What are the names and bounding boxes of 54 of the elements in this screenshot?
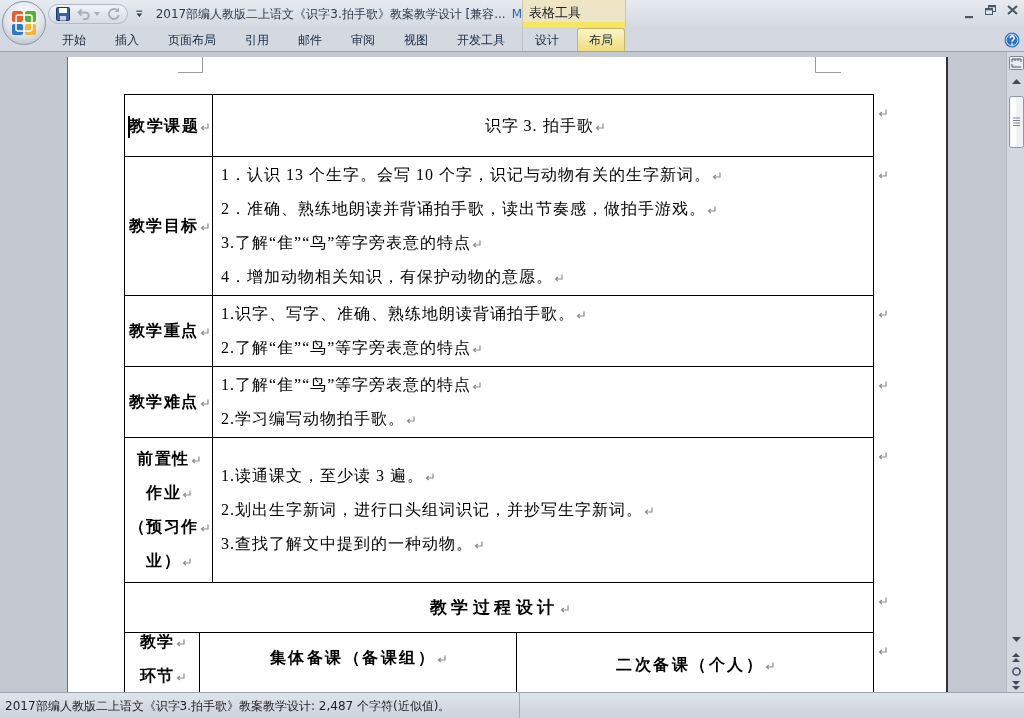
- restore-icon[interactable]: [985, 5, 996, 15]
- corner-mark-icon: [815, 57, 841, 73]
- ribbon-tab[interactable]: 邮件: [283, 28, 336, 51]
- window-title-fragment: M: [511, 5, 522, 23]
- scroll-down-arrow-icon[interactable]: [1011, 637, 1021, 642]
- help-icon[interactable]: [1004, 31, 1020, 48]
- row-label: 教学目标: [128, 217, 199, 234]
- next-page-icon[interactable]: [1012, 681, 1020, 690]
- cell-text: 3.查找了解文中提到的一种动物。: [221, 535, 473, 552]
- view-ruler-icon[interactable]: [1008, 56, 1024, 70]
- row-label: 教学重点: [128, 322, 199, 339]
- cell-text: 1.读通课文，至少读 3 遍。: [221, 467, 424, 484]
- ribbon-tab[interactable]: 页面布局: [153, 28, 230, 51]
- ribbon-tab[interactable]: 开始: [47, 28, 100, 51]
- ribbon-tab[interactable]: 布局: [577, 28, 625, 51]
- scroll-thumb[interactable]: [1008, 96, 1024, 148]
- contextual-tab-group-label: 表格工具: [522, 0, 626, 27]
- close-icon[interactable]: [1007, 5, 1018, 15]
- cell-text: 2.划出生字新词，进行口头组词识记，并抄写生字新词。: [221, 501, 643, 518]
- row-label: 教学难点: [128, 393, 199, 410]
- lesson-title: 识字 3. 拍手歌: [484, 116, 594, 134]
- cell-text: 2.了解“隹”“鸟”等字旁表意的特点: [221, 339, 472, 356]
- column-heading: 二次备课（个人）: [616, 656, 764, 673]
- status-text: 2017部编人教版二上语文《识字3.拍手歌》教案教学设计: 2,487 个字符(近似值)。: [5, 697, 451, 715]
- row-label: 前置性: [137, 450, 190, 467]
- cell-text: 4．增加动物相关知识，有保护动物的意愿。: [221, 268, 553, 285]
- office-logo-icon: [11, 10, 37, 36]
- row-label: 环节: [139, 667, 175, 684]
- ribbon-tab[interactable]: 设计: [523, 28, 571, 51]
- scroll-up-arrow-icon[interactable]: [1011, 79, 1021, 84]
- save-icon[interactable]: [56, 6, 70, 21]
- browse-object-icon[interactable]: [1011, 667, 1021, 676]
- cell-text: 1.识字、写字、准确、熟练地朗读背诵拍手歌。: [221, 305, 575, 322]
- cell-text: 1．认识 13 个生字。会写 10 个字，识记与动物有关的生字新词。: [221, 166, 711, 183]
- cell-text: 2.学习编写动物拍手歌。: [221, 410, 405, 427]
- section-heading: 教学过程设计: [429, 597, 559, 617]
- row-label: 业）: [146, 552, 181, 569]
- ribbon-tab[interactable]: 引用: [230, 28, 283, 51]
- cell-text: 3.了解“隹”“鸟”等字旁表意的特点: [221, 234, 472, 251]
- previous-page-icon[interactable]: [1012, 653, 1020, 662]
- row-label: （预习作: [128, 518, 199, 535]
- row-label: 教学课题: [129, 116, 199, 134]
- cell-text: 2．准确、熟练地朗读并背诵拍手歌，读出节奏感，做拍手游戏。: [221, 200, 706, 217]
- row-label: 教学: [139, 633, 175, 650]
- window-title: 2017部编人教版二上语文《识字3.拍手歌》教案教学设计 [兼容...: [155, 5, 506, 23]
- cell-text: 1.了解“隹”“鸟”等字旁表意的特点: [221, 376, 472, 393]
- ribbon-tab[interactable]: 插入: [100, 28, 153, 51]
- ribbon-tab[interactable]: 审阅: [336, 28, 389, 51]
- ribbon-tab[interactable]: 开发工具: [442, 28, 519, 51]
- row-label: 作业: [146, 484, 181, 501]
- column-heading: 集体备课（备课组）: [269, 649, 437, 666]
- customize-caret-icon[interactable]: [136, 9, 143, 18]
- ribbon-tab[interactable]: 视图: [389, 28, 442, 51]
- corner-mark-icon: [178, 57, 203, 73]
